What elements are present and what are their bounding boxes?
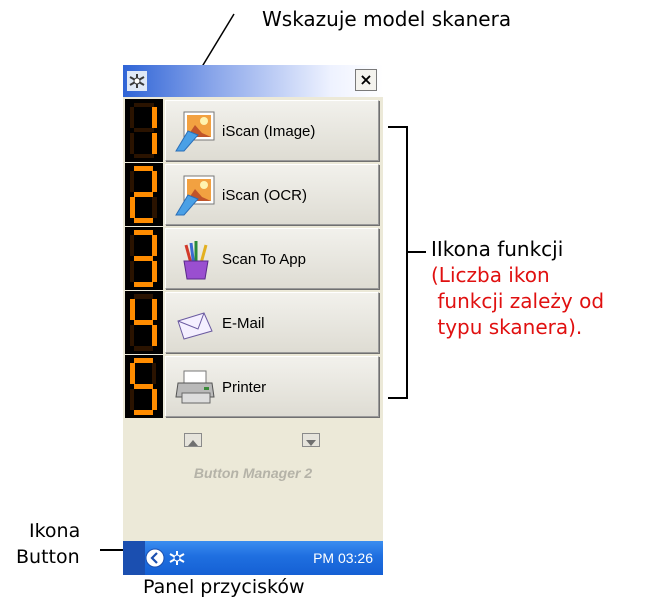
iscan-ocr-label: iScan (OCR) xyxy=(222,187,308,204)
iscan-image-button[interactable]: iScan (Image) xyxy=(165,100,379,161)
leader-line-model xyxy=(199,13,235,71)
scanner-model-field xyxy=(153,69,345,91)
function-row-1: iScan (Image) xyxy=(123,99,383,162)
led-digit-3 xyxy=(125,227,163,290)
annotation-function-note-2: funkcji zależy od xyxy=(431,289,605,313)
bracket-bottom xyxy=(388,397,408,399)
taskbar-edge xyxy=(123,541,145,575)
function-row-3: Scan To App xyxy=(123,227,383,290)
function-row-2: iScan (OCR) xyxy=(123,163,383,226)
brand-label: Button Manager 2 xyxy=(193,465,313,481)
envelope-icon xyxy=(177,312,213,340)
led-digit-5 xyxy=(125,355,163,418)
title-bar[interactable]: × xyxy=(123,65,383,97)
bracket-pointer xyxy=(406,251,426,253)
back-arrow-icon[interactable] xyxy=(145,548,165,568)
annotation-function-note-3: typu skanera). xyxy=(431,315,583,339)
function-row-5: Printer xyxy=(123,355,383,418)
annotation-function-note-1: (Liczba ikon xyxy=(431,263,550,287)
image-scan-icon xyxy=(175,111,215,152)
led-digit-4 xyxy=(125,291,163,354)
led-digit-2 xyxy=(125,163,163,226)
iscan-ocr-button[interactable]: iScan (OCR) xyxy=(165,164,379,225)
led-digit-1 xyxy=(125,99,163,162)
printer-label: Printer xyxy=(222,379,267,396)
email-label: E-Mail xyxy=(222,315,265,332)
ocr-scan-icon xyxy=(175,175,215,216)
scanner-icon xyxy=(127,71,147,91)
bracket-vertical xyxy=(406,126,408,398)
scanner-icon[interactable] xyxy=(167,548,187,568)
printer-icon xyxy=(175,370,215,404)
annotation-button-icon-1: Ikona xyxy=(29,520,81,542)
button-panel: × iScan (Image) iScan (OCR) Scan To App … xyxy=(123,65,383,575)
triangle-down-icon xyxy=(306,440,316,446)
iscan-image-label: iScan (Image) xyxy=(222,123,316,140)
paint-cup-icon xyxy=(183,241,209,280)
taskbar-clock: PM 03:26 xyxy=(313,550,373,566)
printer-button[interactable]: Printer xyxy=(165,356,379,417)
taskbar: PM 03:26 xyxy=(123,541,383,575)
annotation-button-icon-2: Button xyxy=(16,546,80,568)
annotation-function-icon: IIkona funkcji xyxy=(431,237,564,261)
caption: Panel przycisków xyxy=(143,576,305,598)
annotation-model: Wskazuje model skanera xyxy=(262,7,512,31)
email-button[interactable]: E-Mail xyxy=(165,292,379,353)
close-button[interactable]: × xyxy=(355,69,377,91)
function-row-4: E-Mail xyxy=(123,291,383,354)
page-down-button[interactable] xyxy=(302,433,320,447)
scan-to-app-button[interactable]: Scan To App xyxy=(165,228,379,289)
triangle-up-icon xyxy=(188,440,198,446)
bracket-top xyxy=(388,126,408,128)
scan-to-app-label: Scan To App xyxy=(222,251,306,268)
page-up-button[interactable] xyxy=(184,433,202,447)
